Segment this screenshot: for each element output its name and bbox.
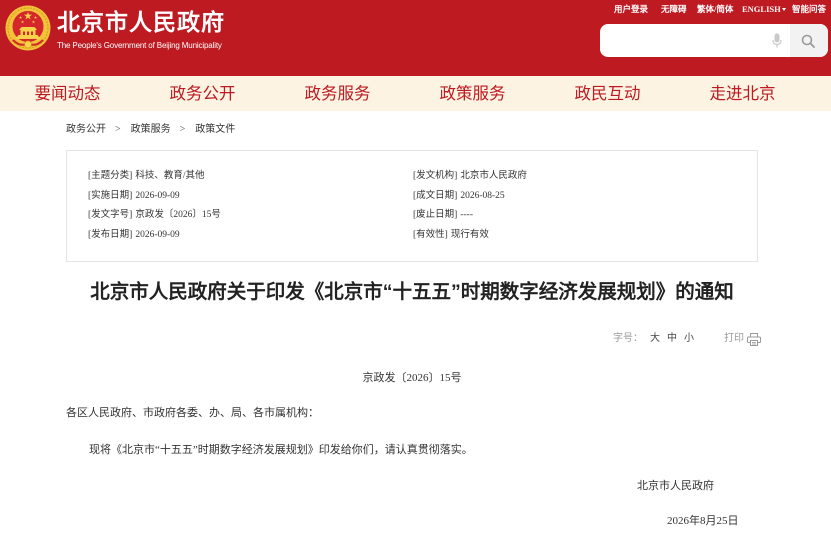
breadcrumb-item-open-government[interactable]: 政务公开 [66, 123, 106, 137]
issuer-signature: 北京市人民政府 [637, 480, 714, 492]
breadcrumb-item-policy-documents[interactable]: 政策文件 [195, 123, 235, 137]
meta-label: [发文字号] [88, 210, 133, 221]
document-meta-box: [主题分类] 科技、教育/其他 [实施日期] 2026-09-09 [发文字号] 京政… [66, 150, 758, 262]
top-link-english[interactable]: ENGLISH [742, 4, 787, 15]
nav-item-government-services[interactable]: 政务服务 [270, 76, 405, 111]
nav-item-public-interaction[interactable]: 政民互动 [540, 76, 675, 111]
caret-down-icon [782, 8, 787, 11]
site-title: 北京市人民政府 [57, 10, 225, 35]
meta-label: [成文日期] [413, 190, 458, 201]
top-link-user-login[interactable]: 用户登录 [614, 4, 648, 15]
meta-issuing-agency: [发文机构] 北京市人民政府 [413, 167, 527, 187]
print-button[interactable]: 打印 [724, 332, 761, 346]
nav-item-about-beijing[interactable]: 走进北京 [675, 76, 810, 111]
body-paragraph: 现将《北京市“十五五”时期数字经济发展规划》印发给你们，请认真贯彻落实。 [89, 444, 473, 456]
nav-item-open-government[interactable]: 政务公开 [135, 76, 270, 111]
meta-value: 现行有效 [450, 230, 489, 241]
top-link-smart-qa[interactable]: 智能问答 [792, 4, 826, 15]
meta-value: 科技、教育/其他 [135, 171, 205, 181]
site-header: 北京市人民政府 The People's Government of Beiji… [0, 0, 831, 76]
search-icon [801, 34, 815, 48]
top-link-traditional-simplified[interactable]: 繁体/简体 [697, 4, 733, 15]
issue-date: 2026年8月25日 [667, 515, 739, 527]
font-size-medium-option[interactable]: 中 [667, 332, 677, 346]
meta-label: [实施日期] [88, 190, 133, 201]
salutation: 各区人民政府、市政府各委、办、局、各市属机构： [66, 407, 319, 419]
font-size-large-option[interactable]: 大 [650, 332, 660, 346]
meta-label: [有效性] [413, 230, 448, 241]
printer-icon [747, 333, 761, 346]
meta-value: 京政发〔2026〕15号 [135, 210, 221, 221]
font-size-small-option[interactable]: 小 [684, 332, 694, 346]
meta-value: 2026-09-09 [135, 230, 180, 241]
home-logo-link[interactable]: 北京市人民政府 The People's Government of Beiji… [0, 0, 240, 58]
meta-value: 北京市人民政府 [460, 171, 527, 181]
meta-label: [主题分类] [88, 171, 133, 181]
top-link-english-label: ENGLISH [742, 4, 781, 14]
nav-item-news[interactable]: 要闻动态 [0, 76, 135, 111]
meta-publish-date: [发布日期] 2026-09-09 [88, 226, 221, 246]
site-subtitle: The People's Government of Beijing Munic… [57, 41, 222, 50]
search-input[interactable] [610, 24, 765, 57]
meta-subject-category: [主题分类] 科技、教育/其他 [88, 167, 221, 187]
meta-document-number: [发文字号] 京政发〔2026〕15号 [88, 206, 221, 226]
nav-item-policy-services[interactable]: 政策服务 [405, 76, 540, 111]
search-box [600, 24, 828, 57]
search-button[interactable] [790, 24, 828, 57]
meta-repeal-date: [废止日期] ---- [413, 206, 527, 226]
top-link-accessibility[interactable]: 无障碍 [661, 4, 687, 15]
meta-label: [发布日期] [88, 230, 133, 241]
print-label: 打印 [724, 333, 744, 344]
meta-value: 2026-08-25 [460, 190, 505, 201]
meta-value: ---- [460, 210, 473, 221]
meta-effective-date: [实施日期] 2026-09-09 [88, 187, 221, 207]
microphone-icon[interactable] [772, 33, 782, 48]
document-number: 京政发〔2026〕15号 [362, 372, 462, 384]
breadcrumb: 政务公开 > 政策服务 > 政策文件 [66, 123, 235, 137]
meta-drafting-date: [成文日期] 2026-08-25 [413, 187, 527, 207]
meta-column-left: [主题分类] 科技、教育/其他 [实施日期] 2026-09-09 [发文字号] 京政… [88, 167, 221, 246]
meta-value: 2026-09-09 [135, 190, 180, 201]
breadcrumb-separator: > [179, 124, 186, 135]
breadcrumb-separator: > [115, 124, 121, 135]
beijing-government-emblem [5, 5, 51, 51]
meta-validity: [有效性] 现行有效 [413, 226, 527, 246]
font-size-label: 字号： [613, 333, 643, 344]
meta-label: [废止日期] [413, 210, 458, 221]
article-title: 北京市人民政府关于印发《北京市“十五五”时期数字经济发展规划》的通知 [90, 281, 734, 303]
main-nav-list: 要闻动态 政务公开 政务服务 政策服务 政民互动 走进北京 [0, 76, 810, 111]
meta-column-right: [发文机构] 北京市人民政府 [成文日期] 2026-08-25 [废止日期] ---… [413, 167, 527, 246]
breadcrumb-item-policy-services[interactable]: 政策服务 [131, 123, 171, 137]
main-nav: 要闻动态 政务公开 政务服务 政策服务 政民互动 走进北京 [0, 76, 831, 111]
meta-label: [发文机构] [413, 171, 458, 181]
